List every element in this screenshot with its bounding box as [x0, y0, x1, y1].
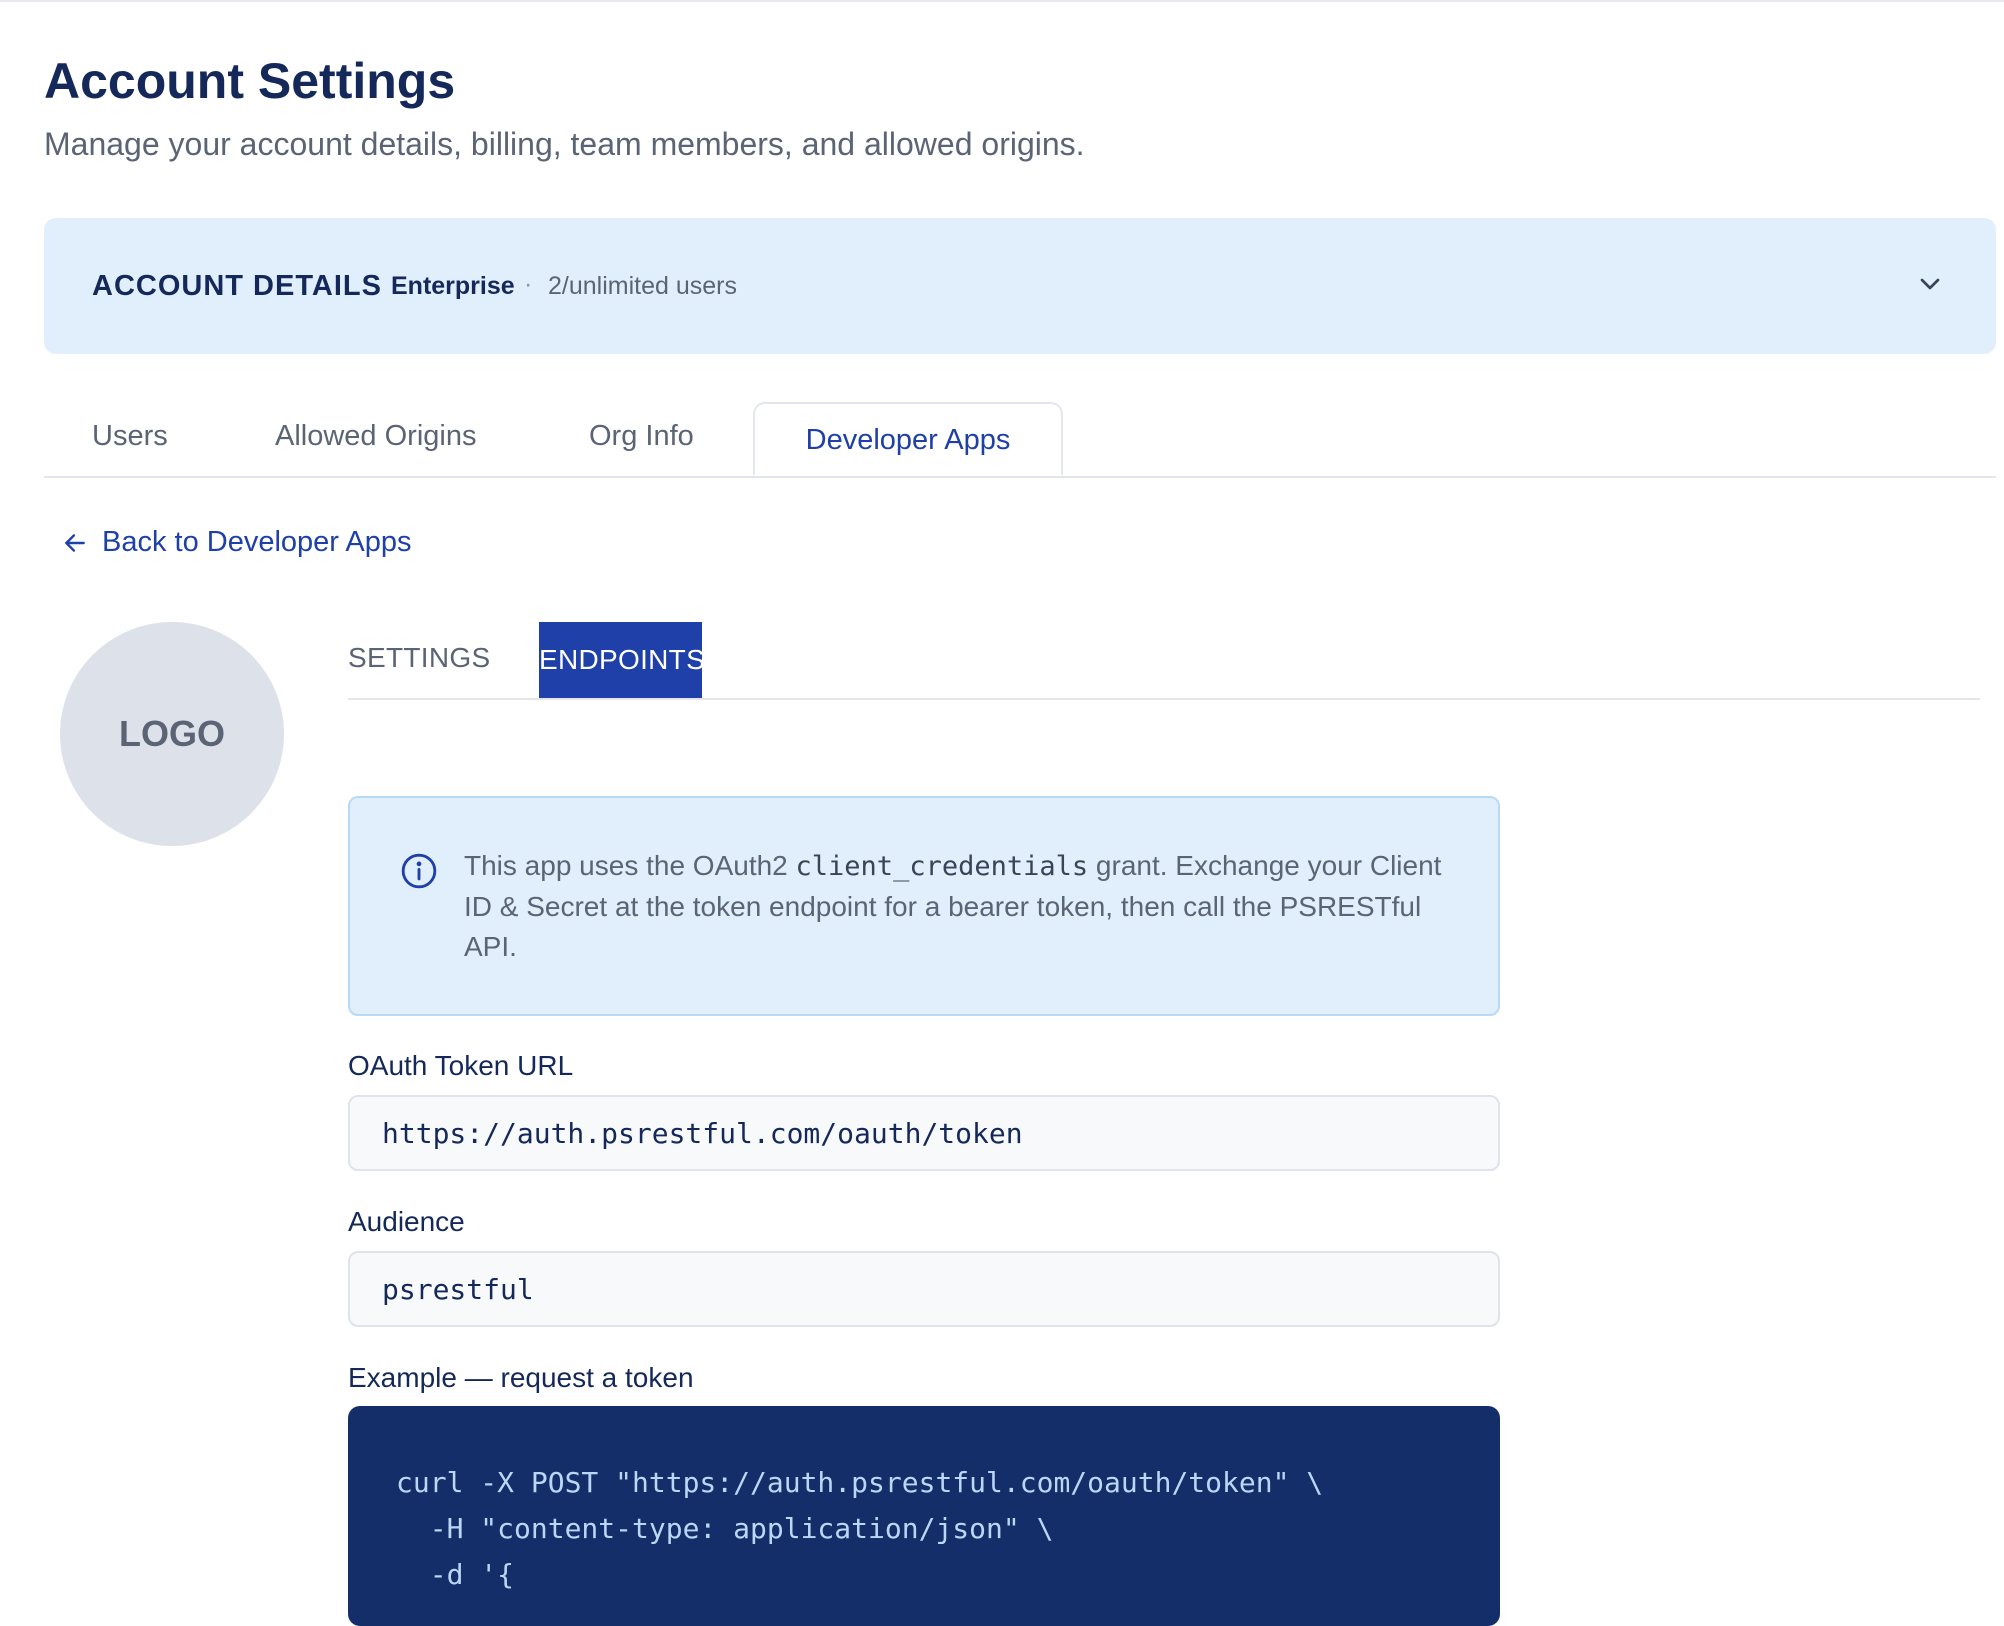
top-border: [0, 0, 2004, 2]
token-url-value: https://auth.psrestful.com/oauth/token: [382, 1117, 1023, 1150]
page-title: Account Settings: [44, 53, 456, 109]
audience-field[interactable]: psrestful: [348, 1251, 1500, 1327]
code-line: -H "content-type: application/json" \: [396, 1512, 1054, 1545]
app-logo: LOGO: [60, 622, 284, 846]
subtab-settings[interactable]: SETTINGS: [348, 642, 490, 674]
tab-org-info[interactable]: Org Info: [589, 420, 694, 453]
tab-allowed-origins[interactable]: Allowed Origins: [275, 420, 476, 453]
plan-name: Enterprise: [391, 272, 515, 300]
info-text: This app uses the OAuth2 client_credenti…: [464, 846, 1464, 967]
info-icon: [401, 853, 437, 889]
tab-users[interactable]: Users: [92, 420, 168, 453]
token-url-field[interactable]: https://auth.psrestful.com/oauth/token: [348, 1095, 1500, 1171]
tab-developer-apps-label: Developer Apps: [805, 424, 1011, 456]
info-callout: This app uses the OAuth2 client_credenti…: [348, 796, 1500, 1016]
audience-value: psrestful: [382, 1273, 534, 1306]
back-to-developer-apps-link[interactable]: Back to Developer Apps: [62, 526, 412, 559]
settings-tabs: Users Allowed Origins Org Info Developer…: [44, 402, 1996, 478]
logo-placeholder-text: LOGO: [119, 713, 225, 754]
subtab-endpoints[interactable]: ENDPOINTS: [539, 622, 705, 698]
account-details-panel[interactable]: ACCOUNT DETAILS Enterprise · 2/unlimited…: [44, 218, 1996, 354]
separator-dot: ·: [524, 270, 533, 298]
user-count: 2/unlimited users: [548, 272, 737, 300]
page-subtitle: Manage your account details, billing, te…: [44, 126, 1085, 162]
back-link-label: Back to Developer Apps: [102, 526, 412, 558]
account-details-title: ACCOUNT DETAILS: [92, 270, 382, 302]
code-line: -d '{: [396, 1558, 515, 1591]
example-label: Example — request a token: [348, 1362, 694, 1393]
example-code: curl -X POST "https://auth.psrestful.com…: [396, 1460, 1323, 1598]
tab-developer-apps[interactable]: Developer Apps: [753, 402, 1063, 476]
token-url-label: OAuth Token URL: [348, 1050, 574, 1081]
grant-type-code: client_credentials: [795, 851, 1089, 882]
app-subtabs: SETTINGS ENDPOINTS: [348, 622, 1980, 700]
audience-label: Audience: [348, 1206, 465, 1237]
example-code-block[interactable]: curl -X POST "https://auth.psrestful.com…: [348, 1406, 1500, 1626]
arrow-left-icon: [65, 533, 85, 552]
info-text-before: This app uses the OAuth2: [464, 850, 796, 881]
chevron-down-icon[interactable]: [1914, 268, 1946, 300]
code-line: curl -X POST "https://auth.psrestful.com…: [396, 1466, 1324, 1499]
